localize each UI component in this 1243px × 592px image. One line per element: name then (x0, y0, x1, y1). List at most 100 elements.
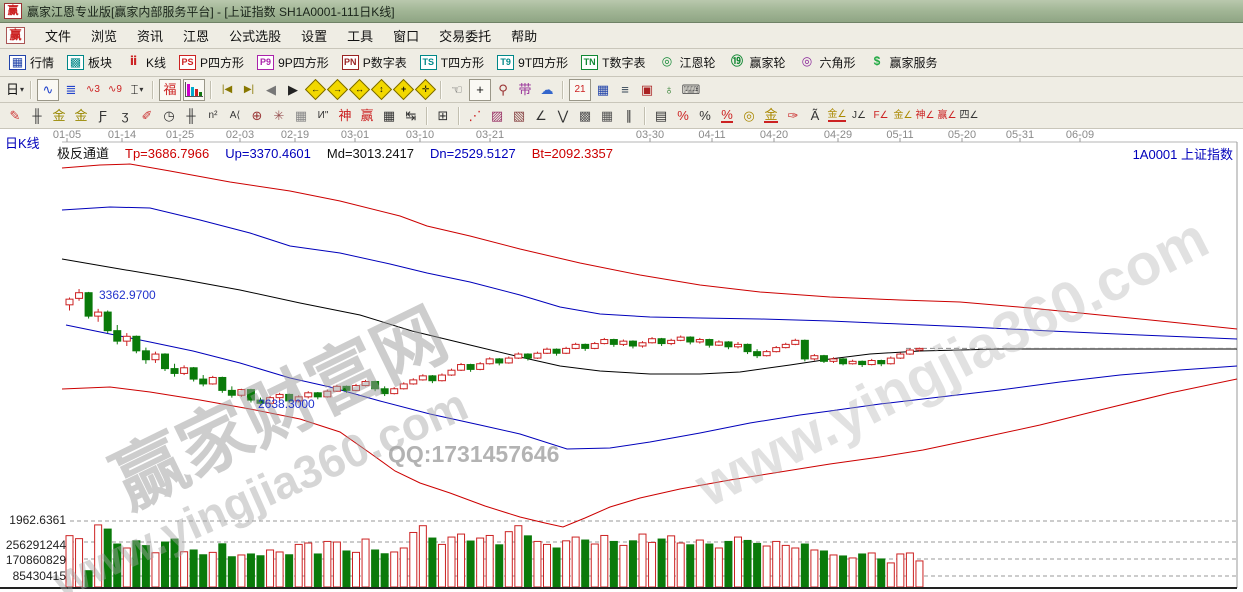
chart-panel[interactable]: 日K线 1A0001 上证指数 01-0501-1401-2502-0302-1… (0, 129, 1243, 592)
draw-gold-circle-icon[interactable]: ◎ (739, 106, 759, 126)
tool-hand-pan-icon[interactable]: ☜ (447, 80, 467, 100)
tool-workstation-icon[interactable]: ⌨ (681, 80, 701, 100)
menu-item-4[interactable]: 公式选股 (219, 24, 291, 47)
draw-ticks-2-icon[interactable]: ╫ (181, 106, 201, 126)
draw-god-angle-icon[interactable]: 神∠ (915, 106, 935, 126)
tool-web-mail-icon[interactable]: ♁ (659, 80, 679, 100)
draw-four-angle-icon[interactable]: 四∠ (959, 106, 979, 126)
volume-bar (400, 548, 407, 587)
tool-calendar-icon[interactable]: 21 (569, 79, 591, 101)
tool-first-page-icon[interactable]: |◀ (217, 80, 237, 100)
draw-win-angle-icon[interactable]: 赢∠ (937, 106, 957, 126)
tool-crosshair-icon[interactable]: + (469, 79, 491, 101)
draw-gann-ticks-icon[interactable]: ╫ (27, 106, 47, 126)
draw-box-grid-icon[interactable]: ▦ (291, 106, 311, 126)
draw-gold-grid-1-icon[interactable]: 金 (49, 106, 69, 126)
menu-item-1[interactable]: 浏览 (81, 24, 127, 47)
tool-move-left-icon[interactable]: ← (305, 80, 325, 100)
tool-fu-tool-icon[interactable]: 福 (159, 79, 181, 101)
draw-angle-lines-icon[interactable]: ∠ (531, 106, 551, 126)
tool-band-tool-icon[interactable]: 带 (515, 80, 535, 100)
draw-percent-lines-icon[interactable]: % (717, 106, 737, 126)
toolbar-button-winner-service[interactable]: $赢家服务 (866, 52, 941, 73)
tool-period-day-icon[interactable]: 日▾ (5, 80, 25, 100)
tool-next-icon[interactable]: ▶ (283, 80, 303, 100)
draw-grid-black-2-icon[interactable]: ▦ (597, 106, 617, 126)
toolbar-button-9p-square[interactable]: P99P四方形 (254, 52, 332, 73)
draw-gold-angle-sel-icon[interactable]: 金∠ (827, 106, 847, 126)
toolbar-button-gann-wheel[interactable]: ◎江恩轮 (655, 52, 718, 73)
draw-god-ticks-icon[interactable]: 神 (335, 106, 355, 126)
menu-item-7[interactable]: 窗口 (383, 24, 429, 47)
draw-v-dots-icon[interactable]: ⋁ (553, 106, 573, 126)
draw-star-grid-icon[interactable]: ✳ (269, 106, 289, 126)
draw-gate-icon[interactable]: ⊞ (433, 106, 453, 126)
draw-wave-a-icon[interactable]: Ã (805, 106, 825, 126)
draw-percent-icon[interactable]: % (695, 106, 715, 126)
tool-prev-icon[interactable]: ◀ (261, 80, 281, 100)
tool-expand-all-icon[interactable]: + (393, 80, 413, 100)
draw-f-angle-icon[interactable]: F∠ (871, 106, 891, 126)
candle-body (715, 342, 722, 345)
draw-sharpener-icon[interactable]: ✐ (137, 106, 157, 126)
draw-box-rays-icon[interactable]: ▨ (487, 106, 507, 126)
draw-gold-angle-icon[interactable]: 金∠ (893, 106, 913, 126)
tool-save-icon[interactable]: ▣ (637, 80, 657, 100)
tool-expand-more-icon[interactable]: ✛ (415, 80, 435, 100)
toolbar-button-hexagon[interactable]: ◎六角形 (796, 52, 859, 73)
menu-item-8[interactable]: 交易委托 (429, 24, 501, 47)
draw-spiral-icon[interactable]: ʒ (115, 106, 135, 126)
tool-brain-tool-icon[interactable]: ☁ (537, 80, 557, 100)
tool-move-right-icon[interactable]: → (327, 80, 347, 100)
draw-gold-grid-2-icon[interactable]: 金 (71, 106, 91, 126)
draw-grid-123-icon[interactable]: ▦ (379, 106, 399, 126)
tool-expand-h-icon[interactable]: ↔ (349, 80, 369, 100)
draw-box-rays-2-icon[interactable]: ▧ (509, 106, 529, 126)
kline-plot-canvas[interactable] (0, 129, 1243, 592)
draw-brush-k-icon[interactable]: ✑ (783, 106, 803, 126)
toolbar-button-t-square[interactable]: TST四方形 (417, 52, 487, 73)
tool-calculator-icon[interactable]: ▦ (593, 80, 613, 100)
toolbar-button-quotes[interactable]: ▦行情 (6, 52, 57, 73)
draw-time-clock-icon[interactable]: ◷ (159, 106, 179, 126)
toolbar-button-sectors[interactable]: ▩板块 (64, 52, 115, 73)
draw-strike-pct-icon[interactable]: % (673, 106, 693, 126)
toolbar-button-kline[interactable]: ⅱK线 (122, 52, 169, 73)
tool-wave-3-icon[interactable]: ∿3 (83, 80, 103, 100)
tool-expand-v-icon[interactable]: ↕ (371, 80, 391, 100)
menu-item-0[interactable]: 文件 (35, 24, 81, 47)
draw-gold-lines-icon[interactable]: 金 (761, 106, 781, 126)
tool-histogram-icon[interactable] (183, 79, 205, 101)
draw-ray-fan-icon[interactable]: ⋰ (465, 106, 485, 126)
draw-k-quote-icon[interactable]: И" (313, 106, 333, 126)
candle-body (582, 344, 589, 348)
draw-f-ticks-icon[interactable]: Ƒ (93, 106, 113, 126)
tool-candle-style-icon[interactable]: ⌶▾ (127, 80, 147, 100)
draw-span-arrow-icon[interactable]: ↹ (401, 106, 421, 126)
toolbar-button-winner-wheel[interactable]: ⑲赢家轮 (725, 52, 788, 73)
tool-notes-edit-icon[interactable]: ≡ (615, 80, 635, 100)
draw-grid-black-icon[interactable]: ▩ (575, 106, 595, 126)
toolbar-button-p-square[interactable]: PSP四方形 (176, 52, 247, 73)
menu-item-3[interactable]: 江恩 (173, 24, 219, 47)
menu-item-6[interactable]: 工具 (337, 24, 383, 47)
draw-j-angle-icon[interactable]: J∠ (849, 106, 869, 126)
draw-a-line-icon[interactable]: A⟨ (225, 106, 245, 126)
draw-compass-icon[interactable]: ⊕ (247, 106, 267, 126)
toolbar-button-t-table[interactable]: TNT数字表 (578, 52, 648, 73)
menu-item-2[interactable]: 资讯 (127, 24, 173, 47)
tool-note-icon[interactable]: ≣ (61, 80, 81, 100)
draw-n-square-icon[interactable]: n² (203, 106, 223, 126)
menu-item-5[interactable]: 设置 (291, 24, 337, 47)
draw-price-ticks-icon[interactable]: ▤ (651, 106, 671, 126)
draw-parallel-lines-icon[interactable]: ∥ (619, 106, 639, 126)
tool-wave-9-icon[interactable]: ∿9 (105, 80, 125, 100)
menu-item-9[interactable]: 帮助 (501, 24, 547, 47)
tool-last-page-icon[interactable]: ▶| (239, 80, 259, 100)
draw-knife-icon[interactable]: ✎ (5, 106, 25, 126)
tool-trend-wave-icon[interactable]: ∿ (37, 79, 59, 101)
toolbar-button-9t-square[interactable]: T99T四方形 (494, 52, 571, 73)
draw-win-ticks-icon[interactable]: 赢 (357, 106, 377, 126)
tool-zoom-a-icon[interactable]: ⚲ (493, 80, 513, 100)
toolbar-button-p-table[interactable]: PNP数字表 (339, 52, 410, 73)
